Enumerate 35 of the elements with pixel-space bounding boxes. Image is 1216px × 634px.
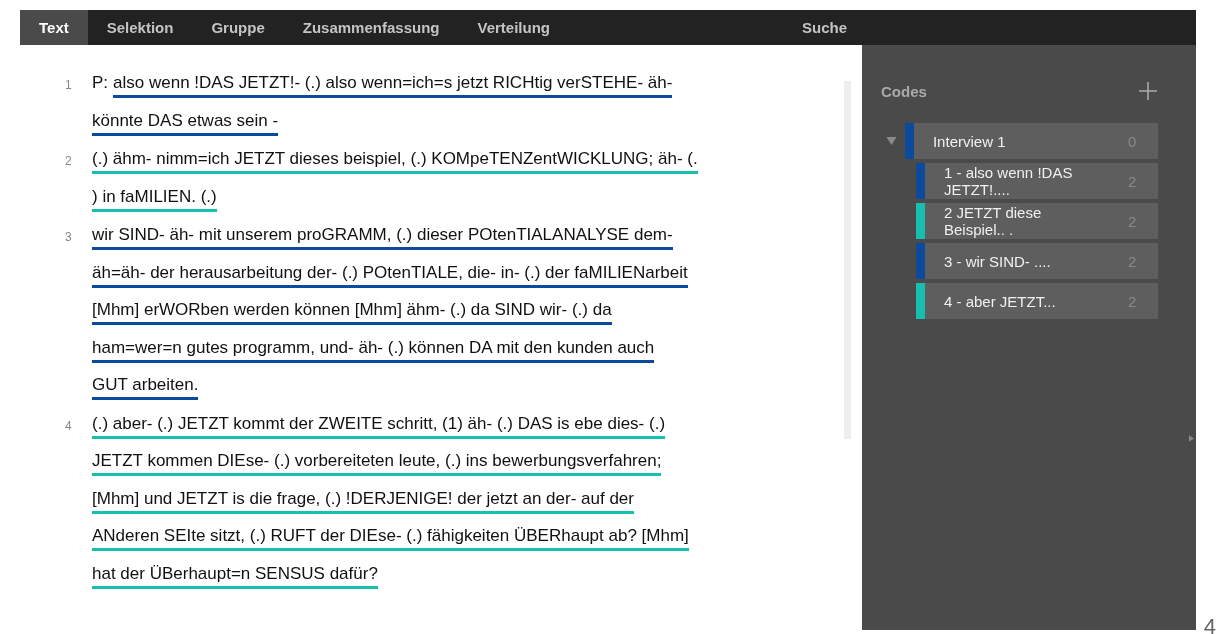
code-label: 4 - aber JETZT...: [943, 292, 1057, 310]
add-icon[interactable]: [1138, 81, 1158, 101]
line-number: 3: [65, 229, 73, 246]
line-number: 4: [65, 417, 73, 435]
coded-text[interactable]: (.) aber- (.) JETZT kommt der ZWEITE schritt, (1) äh- (.) DAS is ebe dies- (.): [92, 409, 666, 439]
tab[interactable]: Text: [20, 10, 88, 45]
code-label: Interview 1: [931, 132, 1007, 150]
coded-text[interactable]: (.) ähm- nimm=ich JETZT dieses beispiel, (.) KOMpeTENZentWICKLUNG; äh- (.: [92, 145, 698, 174]
line-number: 1: [65, 77, 73, 94]
tab[interactable]: Verteilung: [458, 10, 569, 45]
tab[interactable]: Selektion: [87, 10, 193, 45]
code-label: 3 - wir SIND- ....: [943, 252, 1052, 270]
speaker-label: P:: [92, 72, 109, 93]
tab[interactable]: Gruppe: [192, 10, 284, 45]
coded-text[interactable]: äh=äh- der herausarbeitung der- (.) POtenTIALE, die- in- (.) der faMILIENarbeit: [92, 258, 688, 288]
coded-text[interactable]: könnte DAS etwas sein -: [92, 106, 279, 136]
page-number: 4: [1203, 616, 1216, 634]
panel-title: Codes: [881, 82, 927, 100]
code-label: 1 - also wenn !DAS JETZT!....: [943, 164, 1074, 198]
coded-text[interactable]: [Mhm] erWORben werden können [Mhm] ähm- (.) da SIND wir- (.) da: [92, 296, 612, 325]
coded-text[interactable]: GUT arbeiten.: [92, 371, 199, 400]
coded-text[interactable]: hat der ÜBerhaupt=n SENSUS dafür?: [92, 559, 378, 589]
coded-text[interactable]: also wenn !DAS JETZT!- (.) also wenn=ich=s jetzt RICHtig verSTEHE- äh-: [113, 69, 673, 98]
coded-text[interactable]: JETZT kommen DIEse- (.) vorbereiteten leute, (.) ins bewerbungsverfahren;: [92, 447, 662, 476]
code-label: 2 JETZT diese Beispiel.. .: [943, 204, 1043, 238]
coded-text[interactable]: ANderen SEIte sitzt, (.) RUFT der DIEse- (.) fähigkeiten ÜBERhaupt ab? [Mhm]: [92, 522, 689, 551]
expanded-caret-icon[interactable]: [886, 137, 897, 145]
coded-text[interactable]: ) in faMILIEN. (.): [92, 182, 217, 212]
coded-text[interactable]: ham=wer=n gutes programm, und- äh- (.) können DA mit den kunden auch: [92, 333, 655, 363]
tab[interactable]: Zusammenfassung: [283, 10, 459, 45]
coded-text[interactable]: wir SIND- äh- mit unserem proGRAMM, (.) dieser POtenTIALANALYSE dem-: [92, 221, 673, 250]
caret-icon[interactable]: [1189, 435, 1194, 442]
coded-text[interactable]: [Mhm] und JETZT is die frage, (.) !DERJENIGE! der jetzt an der- auf der: [92, 484, 634, 514]
tab[interactable]: Suche: [783, 10, 866, 45]
line-number: 2: [65, 153, 73, 170]
